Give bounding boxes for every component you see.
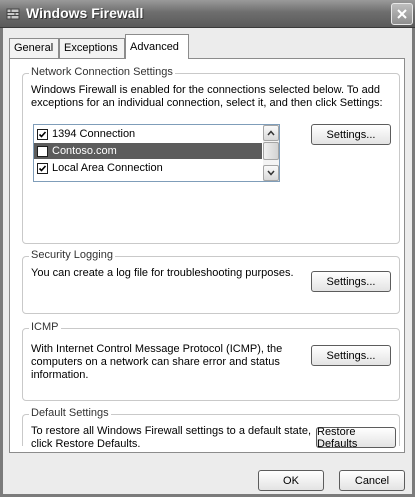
network-group-title: Network Connection Settings xyxy=(29,66,175,78)
list-item[interactable]: Local Area Connection xyxy=(34,160,262,176)
icmp-group: ICMP With Internet Control Message Proto… xyxy=(22,321,400,401)
list-item[interactable]: Contoso.com xyxy=(34,143,262,159)
icmp-description: With Internet Control Message Protocol (… xyxy=(31,343,283,381)
connection-checkbox[interactable] xyxy=(37,145,48,157)
scroll-down-icon xyxy=(267,170,275,176)
tab-general-label: General xyxy=(14,42,54,54)
tab-general[interactable]: General xyxy=(9,38,59,58)
advanced-tab-panel: Network Connection Settings Windows Fire… xyxy=(9,58,405,453)
network-settings-button[interactable]: Settings... xyxy=(311,124,391,145)
logging-settings-button[interactable]: Settings... xyxy=(311,271,391,292)
network-connection-settings-group: Network Connection Settings Windows Fire… xyxy=(22,66,400,244)
connection-label: Contoso.com xyxy=(52,145,117,157)
connection-checkbox[interactable] xyxy=(37,128,48,140)
tab-exceptions[interactable]: Exceptions xyxy=(59,38,125,58)
title-bar[interactable]: Windows Firewall xyxy=(0,0,415,28)
icmp-group-title: ICMP xyxy=(29,321,61,333)
default-settings-group: Default Settings To restore all Windows … xyxy=(22,407,400,450)
connection-checkbox[interactable] xyxy=(37,162,48,174)
connection-label: Local Area Connection xyxy=(52,162,163,174)
checkmark-icon xyxy=(38,164,47,172)
dialog-body: General Exceptions Advanced Network Conn… xyxy=(0,28,415,497)
defaults-description: To restore all Windows Firewall settings… xyxy=(31,425,312,450)
logging-description: You can create a log file for troublesho… xyxy=(31,267,294,279)
defaults-group-title: Default Settings xyxy=(29,407,111,419)
tab-advanced[interactable]: Advanced xyxy=(125,34,189,59)
scroll-thumb[interactable] xyxy=(263,142,279,160)
list-scrollbar[interactable] xyxy=(263,125,279,181)
network-description: Windows Firewall is enabled for the conn… xyxy=(31,84,383,109)
connection-label: 1394 Connection xyxy=(52,128,136,140)
close-button[interactable] xyxy=(391,3,413,25)
scroll-up-icon xyxy=(267,130,275,136)
list-item[interactable]: 1394 Connection xyxy=(34,126,262,142)
close-icon xyxy=(397,9,407,19)
logging-group-title: Security Logging xyxy=(29,249,115,261)
ok-button[interactable]: OK xyxy=(258,470,324,491)
cancel-button[interactable]: Cancel xyxy=(339,470,405,491)
scroll-up-button[interactable] xyxy=(263,125,279,141)
firewall-icon xyxy=(6,7,20,21)
scroll-down-button[interactable] xyxy=(263,165,279,181)
icmp-settings-button[interactable]: Settings... xyxy=(311,345,391,366)
window-title: Windows Firewall xyxy=(26,5,144,21)
tab-exceptions-label: Exceptions xyxy=(64,42,118,54)
security-logging-group: Security Logging You can create a log fi… xyxy=(22,249,400,314)
checkmark-icon xyxy=(38,130,47,138)
restore-defaults-button[interactable]: Restore Defaults xyxy=(316,426,396,450)
tab-advanced-label: Advanced xyxy=(130,41,179,53)
connection-list[interactable]: 1394 Connection Contoso.com Local Area C… xyxy=(33,124,280,182)
